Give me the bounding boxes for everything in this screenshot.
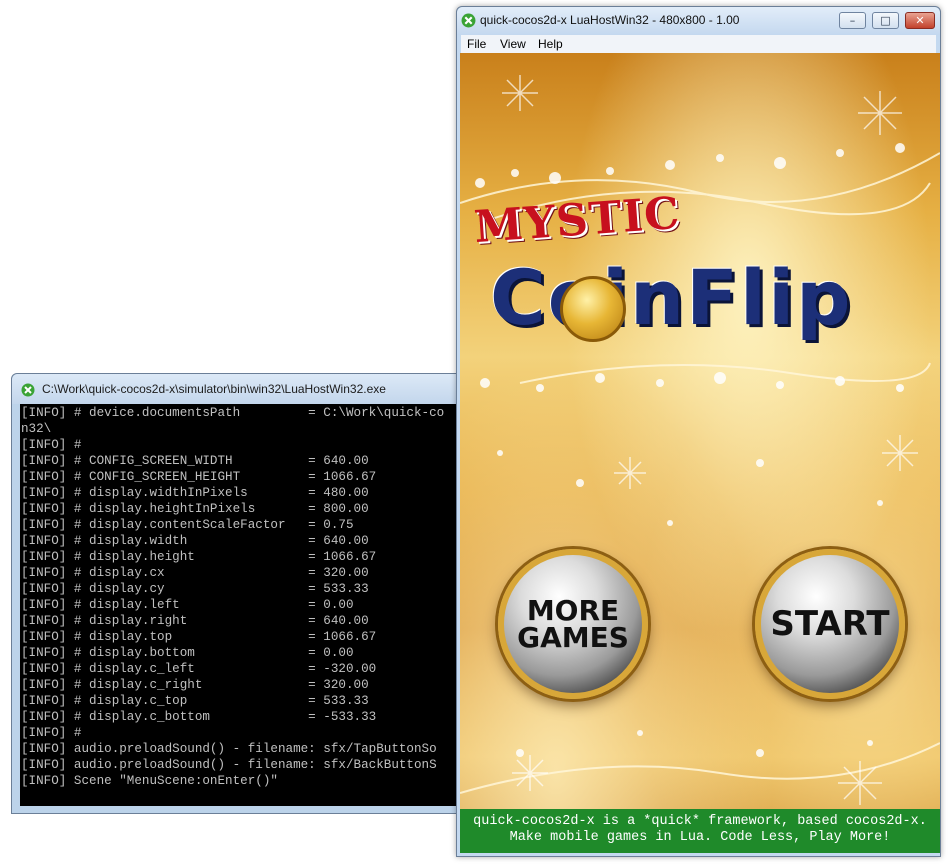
console-line: [INFO] # device.documentsPath = C:\Work\… [21,406,445,420]
console-line: [INFO] # display.right = 640.00 [21,614,369,628]
console-line: [INFO] audio.preloadSound() - filename: … [21,758,437,772]
console-line: [INFO] # CONFIG_SCREEN_HEIGHT = 1066.67 [21,470,377,484]
console-line: [INFO] # [21,726,82,740]
console-output[interactable]: [INFO] # device.documentsPath = C:\Work\… [20,404,460,806]
game-canvas[interactable]: MYSTIC CoinFlip MORE GAMES START quick-c… [460,53,940,853]
console-line: [INFO] # display.heightInPixels = 800.00 [21,502,369,516]
console-line: [INFO] # display.c_bottom = -533.33 [21,710,377,724]
console-line: [INFO] # display.cy = 533.33 [21,582,369,596]
app-icon [21,382,35,401]
simulator-titlebar[interactable]: quick-cocos2d-x LuaHostWin32 - 480x800 -… [457,7,940,35]
menu-help[interactable]: Help [538,37,563,51]
console-line: [INFO] # display.width = 640.00 [21,534,369,548]
console-line: [INFO] # display.widthInPixels = 480.00 [21,486,369,500]
console-line: [INFO] # [21,438,82,452]
footer-line-1: quick-cocos2d-x is a *quick* framework, … [473,814,927,829]
console-line: [INFO] # display.contentScaleFactor = 0.… [21,518,354,532]
console-window[interactable]: C:\Work\quick-cocos2d-x\simulator\bin\wi… [11,373,467,814]
close-button[interactable]: ✕ [905,12,935,29]
console-line: [INFO] # display.top = 1066.67 [21,630,377,644]
simulator-title: quick-cocos2d-x LuaHostWin32 - 480x800 -… [480,13,740,27]
minimize-button[interactable]: – [839,12,866,29]
console-line: [INFO] # display.c_right = 320.00 [21,678,369,692]
start-button[interactable]: START [755,549,905,699]
more-games-button[interactable]: MORE GAMES [498,549,648,699]
console-line: [INFO] Scene "MenuScene:onEnter()" [21,774,278,788]
menu-view[interactable]: View [500,37,526,51]
menu-bar: File View Help [461,35,936,53]
console-line: [INFO] # display.height = 1066.67 [21,550,377,564]
more-games-label: MORE GAMES [517,594,629,654]
coin-icon [560,276,626,342]
simulator-window[interactable]: quick-cocos2d-x LuaHostWin32 - 480x800 -… [456,6,941,857]
console-line: [INFO] # display.cx = 320.00 [21,566,369,580]
start-label: START [770,604,890,644]
console-line: [INFO] # display.c_left = -320.00 [21,662,377,676]
console-line: n32\ [21,422,52,436]
menu-file[interactable]: File [467,37,486,51]
app-icon [461,13,476,32]
console-line: [INFO] # CONFIG_SCREEN_WIDTH = 640.00 [21,454,369,468]
console-line: [INFO] audio.preloadSound() - filename: … [21,742,437,756]
console-line: [INFO] # display.left = 0.00 [21,598,354,612]
footer-line-2: Make mobile games in Lua. Code Less, Pla… [509,830,891,845]
background-decoration [460,75,940,805]
footer-banner: quick-cocos2d-x is a *quick* framework, … [460,809,940,853]
console-title: C:\Work\quick-cocos2d-x\simulator\bin\wi… [42,382,386,396]
console-line: [INFO] # display.c_top = 533.33 [21,694,369,708]
maximize-button[interactable]: □ [872,12,899,29]
console-line: [INFO] # display.bottom = 0.00 [21,646,354,660]
console-titlebar[interactable]: C:\Work\quick-cocos2d-x\simulator\bin\wi… [12,374,466,404]
console-log: [INFO] # device.documentsPath = C:\Work\… [20,404,460,789]
logo-coinflip-text: CoinFlip [490,253,853,342]
